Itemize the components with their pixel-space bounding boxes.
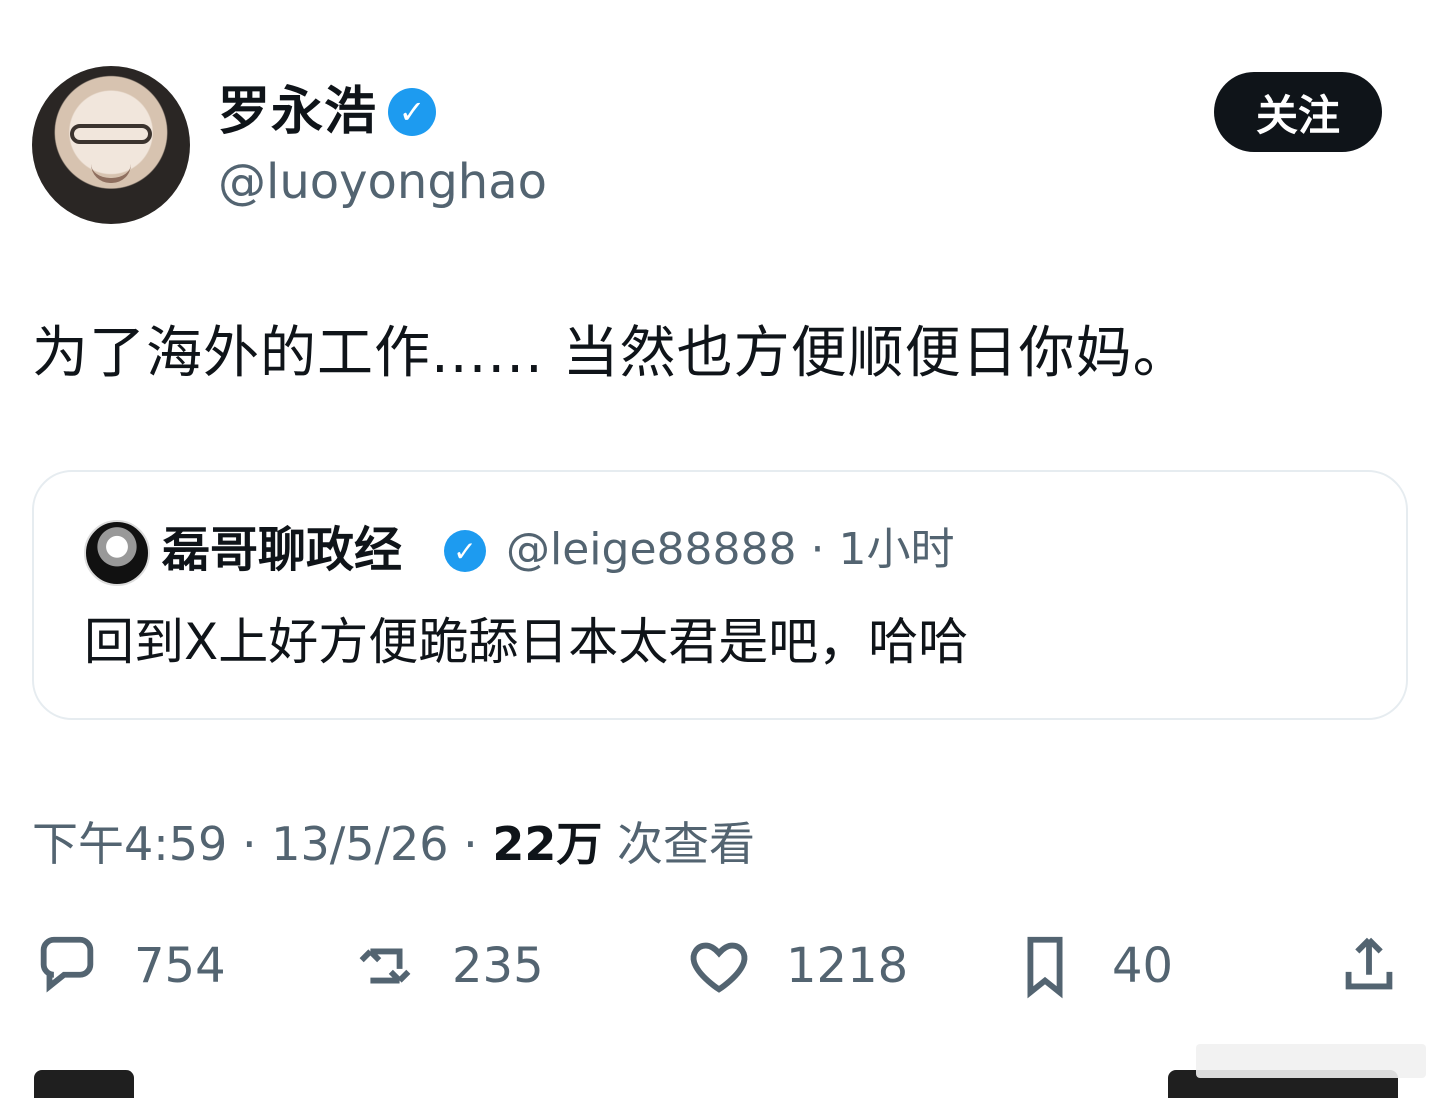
meta-separator: · (810, 524, 839, 575)
author-handle[interactable]: @luoyonghao (218, 154, 547, 210)
tweet-text: 为了海外的工作...... 当然也方便顺便日你妈。 (32, 321, 1190, 386)
quoted-tweet-card[interactable]: 磊哥聊政经 ✓ @leige88888 · 1小时 回到X上好方便跪舔日本太君是… (32, 470, 1408, 720)
avatar-smile (91, 164, 131, 183)
bookmark-count: 40 (1112, 938, 1174, 994)
quoted-verified-icon: ✓ (444, 530, 486, 572)
reply-count: 754 (134, 938, 226, 994)
bottom-cropped-label-left (34, 1070, 134, 1098)
view-label: 次查看 (617, 817, 756, 871)
meta-separator: · (241, 817, 272, 871)
quoted-author-avatar[interactable] (84, 520, 150, 586)
tweet-stats: 下午4:59 · 13/5/26 · 22万 次查看 (32, 814, 755, 874)
like-action[interactable]: 1218 (684, 930, 908, 1002)
bookmark-action[interactable]: 40 (1010, 930, 1173, 1002)
repost-count: 235 (452, 938, 544, 994)
share-action[interactable] (1334, 930, 1404, 1002)
avatar-glasses (70, 124, 152, 144)
like-count: 1218 (786, 938, 909, 994)
quoted-author-name[interactable]: 磊哥聊政经 (162, 522, 402, 578)
quoted-meta: @leige88888 · 1小时 (506, 522, 954, 578)
quoted-tweet-text: 回到X上好方便跪舔日本太君是吧，哈哈 (84, 613, 969, 671)
view-count: 22万 (492, 817, 603, 871)
author-avatar[interactable] (32, 66, 190, 224)
reply-action[interactable]: 754 (32, 930, 226, 1002)
comment-icon (40, 936, 94, 993)
meta-separator: · (463, 817, 493, 871)
verified-icon: ✓ (388, 88, 436, 136)
heart-icon (690, 942, 748, 993)
quoted-time: 1小时 (838, 524, 955, 575)
watermark (1196, 1044, 1426, 1078)
bookmark-icon (1027, 936, 1063, 999)
share-icon (1345, 937, 1393, 990)
author-name[interactable]: 罗永浩 (218, 82, 377, 142)
tweet-time: 下午4:59 (32, 817, 228, 871)
tweet-date: 13/5/26 (271, 817, 449, 871)
repost-action[interactable]: 235 (350, 930, 544, 1002)
follow-button[interactable]: 关注 (1214, 72, 1382, 152)
quoted-handle[interactable]: @leige88888 (506, 524, 797, 575)
retweet-icon (359, 948, 411, 984)
